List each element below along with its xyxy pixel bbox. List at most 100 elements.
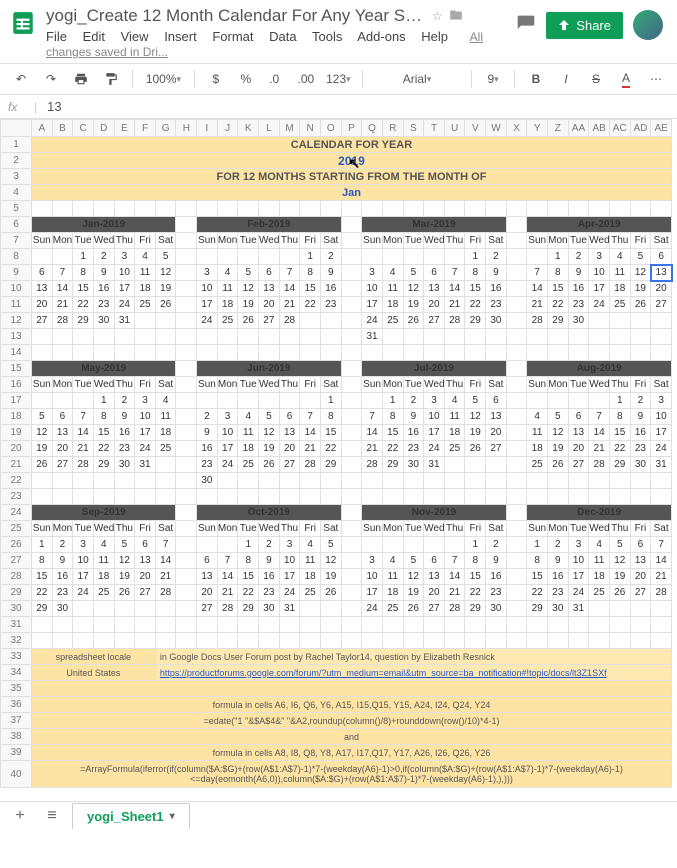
cell[interactable]: 28 [651,585,672,601]
cell[interactable] [341,297,362,313]
cell[interactable]: 9 [486,553,507,569]
col-header[interactable]: V [465,120,486,137]
cell[interactable] [52,345,73,361]
cell[interactable]: CALENDAR FOR YEAR [32,137,672,153]
cell[interactable]: 18 [135,281,156,297]
cell[interactable]: 17 [568,569,589,585]
cell[interactable]: 14 [279,281,300,297]
cell[interactable]: 5 [609,537,630,553]
cell[interactable]: 12 [630,265,651,281]
add-sheet-icon[interactable]: + [8,807,32,825]
cell[interactable] [506,233,527,249]
cell[interactable]: 21 [155,569,176,585]
cell[interactable] [93,633,114,649]
row-header[interactable]: 15 [1,361,32,377]
cell[interactable] [341,281,362,297]
cell[interactable]: 6 [568,409,589,425]
cell[interactable]: 31 [651,457,672,473]
cell[interactable]: 12 [548,425,569,441]
cell[interactable]: Fri [300,233,321,249]
cell[interactable] [444,201,465,217]
cell[interactable]: 16 [486,569,507,585]
col-header[interactable]: T [424,120,445,137]
cell[interactable]: 3 [197,265,218,281]
cell[interactable]: 19 [465,425,486,441]
cell[interactable] [382,617,403,633]
cell[interactable]: 3 [217,409,238,425]
cell[interactable]: 14 [217,569,238,585]
cell[interactable] [527,633,548,649]
cell[interactable]: 17 [279,569,300,585]
cell[interactable] [320,633,341,649]
cell[interactable]: 26 [114,585,135,601]
row-header[interactable]: 14 [1,345,32,361]
cell[interactable] [320,473,341,489]
cell[interactable]: Tue [238,521,259,537]
cell[interactable] [444,489,465,505]
cell[interactable] [444,329,465,345]
cell[interactable]: 2 [320,249,341,265]
cell[interactable] [155,489,176,505]
cell[interactable] [300,329,321,345]
cell[interactable] [527,473,548,489]
cell[interactable]: Sat [486,233,507,249]
cell[interactable] [609,329,630,345]
row-header[interactable]: 3 [1,169,32,185]
cell[interactable]: 6 [486,393,507,409]
cell[interactable]: 14 [52,281,73,297]
cell[interactable]: 27 [630,585,651,601]
cell[interactable]: 1 [320,393,341,409]
cell[interactable] [527,345,548,361]
row-header[interactable]: 9 [1,265,32,281]
cell[interactable]: 30 [93,313,114,329]
cell[interactable]: 22 [73,297,94,313]
row-header[interactable]: 37 [1,713,32,729]
cell[interactable] [424,489,445,505]
row-header[interactable]: 34 [1,665,32,681]
cell[interactable]: 28 [362,457,383,473]
cell[interactable] [630,313,651,329]
cell[interactable]: 16 [548,569,569,585]
cell[interactable]: 10 [217,425,238,441]
cell[interactable]: 27 [486,441,507,457]
cell[interactable] [506,265,527,281]
cell[interactable]: Mon [217,521,238,537]
cell[interactable] [589,345,610,361]
cell[interactable] [135,489,156,505]
cell[interactable]: 6 [651,249,672,265]
cell[interactable]: 22 [609,441,630,457]
col-header[interactable]: J [217,120,238,137]
redo-icon[interactable]: ↷ [38,68,64,90]
cell[interactable]: 16 [93,281,114,297]
cell[interactable]: 9 [259,553,280,569]
cell[interactable] [506,201,527,217]
cell[interactable]: 10 [362,281,383,297]
cell[interactable] [424,329,445,345]
cell[interactable]: Sun [362,233,383,249]
cell[interactable]: 25 [93,585,114,601]
cell[interactable]: 28 [52,313,73,329]
col-header[interactable]: A [32,120,53,137]
cell[interactable]: https://productforums.google.com/forum/?… [155,665,671,681]
cell[interactable]: 1 [465,537,486,553]
cell[interactable]: 10 [197,281,218,297]
row-header[interactable]: 7 [1,233,32,249]
cell[interactable] [341,537,362,553]
cell[interactable]: 18 [444,425,465,441]
cell[interactable] [32,201,53,217]
cell[interactable] [362,489,383,505]
cell[interactable] [176,409,197,425]
cell[interactable] [259,201,280,217]
cell[interactable]: 18 [609,281,630,297]
cell[interactable] [609,617,630,633]
col-header[interactable]: I [197,120,218,137]
cell[interactable]: 13 [424,281,445,297]
cell[interactable] [609,201,630,217]
sheets-logo[interactable] [8,8,38,38]
row-header[interactable]: 16 [1,377,32,393]
col-header[interactable]: AD [630,120,651,137]
cell[interactable]: May-2019 [32,361,176,377]
cell[interactable] [341,489,362,505]
cell[interactable] [155,329,176,345]
cell[interactable] [73,329,94,345]
